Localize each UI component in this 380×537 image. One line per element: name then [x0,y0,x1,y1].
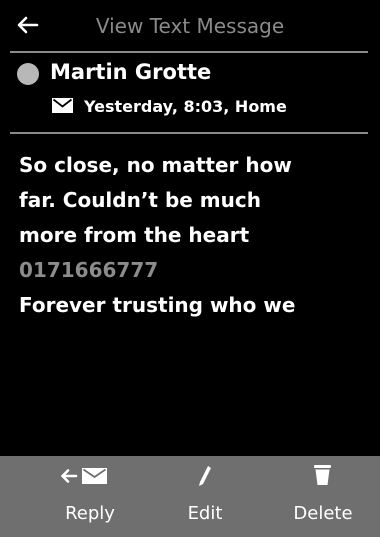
message-line: far. Couldn’t be much [19,188,261,212]
delete-button[interactable]: Delete [273,456,373,537]
message-line: Forever trusting who we [19,293,296,317]
delete-label: Delete [293,503,353,524]
header-divider [10,51,368,53]
message-meta: Yesterday, 8:03, Home [84,97,287,116]
pencil-icon [199,466,211,486]
message-line: So close, no matter how [19,153,292,177]
status-dot-icon [17,63,39,85]
reply-button[interactable]: Reply [35,456,145,537]
phone-number-link[interactable]: 0171666777 [19,253,364,288]
reply-label: Reply [65,503,115,524]
edit-button[interactable]: Edit [155,456,255,537]
trash-icon [314,465,331,485]
screen: View Text Message Martin Grotte Yesterda… [0,0,380,537]
reply-envelope-icon [61,468,107,484]
message-line: more from the heart [19,223,250,247]
envelope-icon [52,98,73,113]
title-bar: View Text Message [0,0,380,52]
page-title: View Text Message [95,14,285,38]
message-body: So close, no matter how far. Couldn’t be… [19,148,364,323]
softkey-bar: Reply Edit Delete [0,456,380,537]
edit-label: Edit [187,503,223,524]
content-divider [10,132,368,134]
contact-name: Martin Grotte [50,60,212,84]
